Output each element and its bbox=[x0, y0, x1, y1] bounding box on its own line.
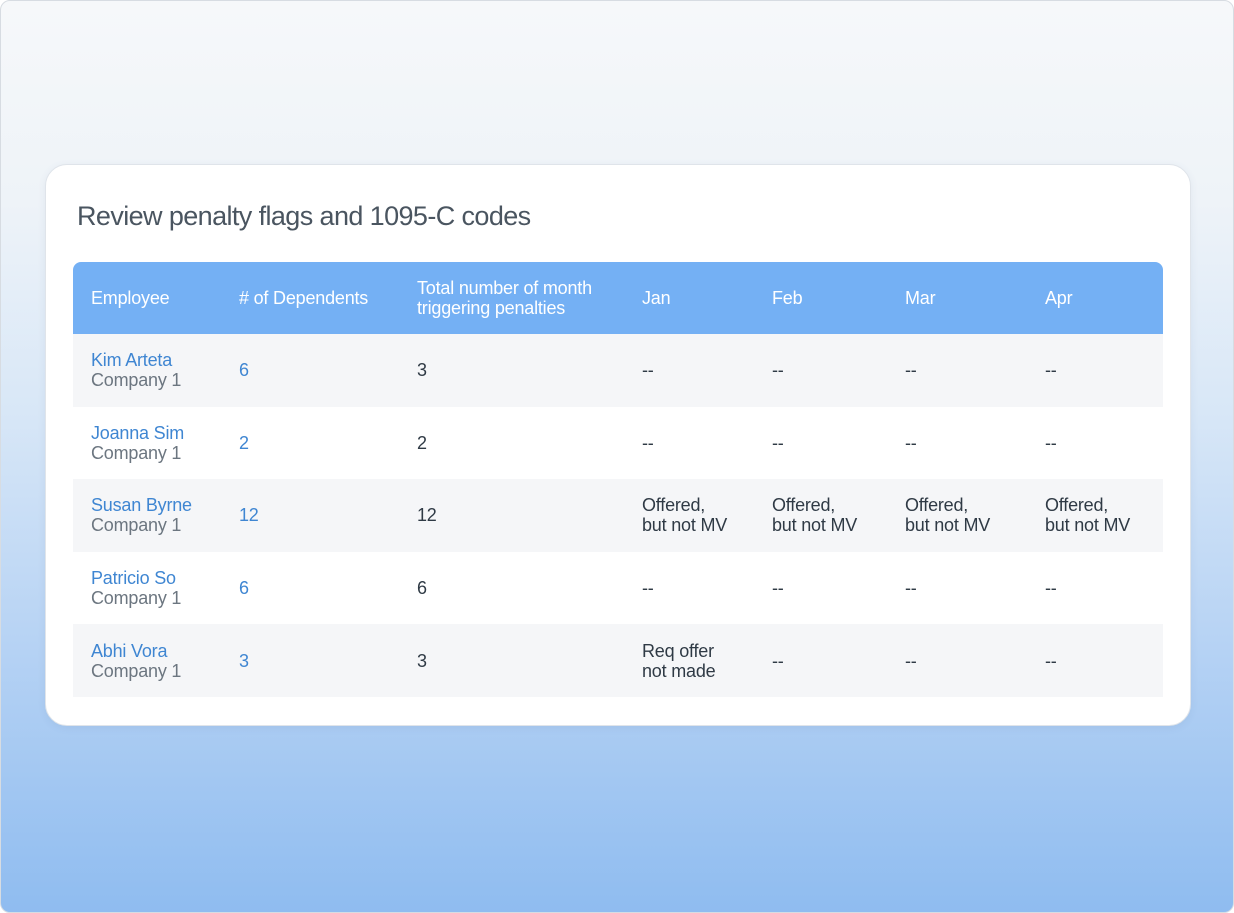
employee-name-link[interactable]: Patricio So bbox=[91, 568, 221, 588]
month-code-text: not made bbox=[642, 660, 716, 681]
total-penalty-months-cell: 3 bbox=[399, 334, 624, 407]
column-header-jan[interactable]: Jan bbox=[624, 262, 754, 334]
employee-company: Company 1 bbox=[91, 588, 182, 609]
total-penalty-months-cell: 3 bbox=[399, 624, 624, 697]
month-code-cell-jan: -- bbox=[624, 334, 754, 407]
header-total-line1: Total number of month bbox=[417, 278, 592, 298]
total-penalty-months-cell: 12 bbox=[399, 479, 624, 552]
dependents-cell: 3 bbox=[221, 624, 399, 697]
month-code-text: Offered, bbox=[1045, 495, 1109, 516]
dependents-cell: 2 bbox=[221, 406, 399, 480]
month-code-text: but not MV bbox=[1045, 515, 1131, 536]
month-code-text: -- bbox=[642, 432, 654, 453]
month-code-cell-apr: -- bbox=[1027, 406, 1163, 480]
month-code-text: but not MV bbox=[772, 515, 858, 536]
employee-name-link[interactable]: Susan Byrne bbox=[91, 495, 221, 515]
dependents-count-link[interactable]: 12 bbox=[239, 505, 259, 525]
table-header-row: Employee # of Dependents Total number of… bbox=[73, 262, 1163, 334]
table-row: Patricio So Company 1 6 6 -- -- -- -- bbox=[73, 551, 1163, 625]
month-code-text: Offered, bbox=[772, 495, 836, 516]
month-code-text: Req offer bbox=[642, 640, 714, 661]
employee-company: Company 1 bbox=[91, 370, 182, 391]
table-row: Abhi Vora Company 1 3 3 Req offer not made -- -… bbox=[73, 624, 1163, 697]
dependents-count-link[interactable]: 2 bbox=[239, 433, 249, 453]
month-code-cell-apr: -- bbox=[1027, 551, 1163, 625]
month-code-text: -- bbox=[1045, 432, 1057, 453]
month-code-text: Offered, bbox=[642, 495, 706, 516]
column-header-total-months[interactable]: Total number of month triggering penalti… bbox=[399, 262, 624, 334]
month-code-cell-feb: -- bbox=[754, 624, 887, 697]
table-row: Kim Arteta Company 1 6 3 -- -- -- -- bbox=[73, 334, 1163, 407]
month-code-cell-feb: -- bbox=[754, 334, 887, 407]
dependents-cell: 6 bbox=[221, 334, 399, 407]
month-code-cell-feb: Offered, but not MV bbox=[754, 479, 887, 552]
month-code-text: -- bbox=[1045, 360, 1057, 381]
employee-cell: Joanna Sim Company 1 bbox=[73, 406, 221, 480]
month-code-cell-apr: Offered, but not MV bbox=[1027, 479, 1163, 552]
column-header-dependents[interactable]: # of Dependents bbox=[221, 262, 399, 334]
month-code-text: -- bbox=[772, 360, 784, 381]
employee-cell: Patricio So Company 1 bbox=[73, 551, 221, 625]
month-code-text: -- bbox=[1045, 578, 1057, 599]
dependents-cell: 12 bbox=[221, 479, 399, 552]
penalty-table: Employee # of Dependents Total number of… bbox=[73, 262, 1163, 697]
month-code-cell-mar: -- bbox=[887, 624, 1027, 697]
column-header-apr[interactable]: Apr bbox=[1027, 262, 1163, 334]
month-code-cell-mar: -- bbox=[887, 406, 1027, 480]
month-code-cell-feb: -- bbox=[754, 406, 887, 480]
month-code-text: -- bbox=[772, 432, 784, 453]
month-code-text: but not MV bbox=[642, 515, 728, 536]
month-code-cell-feb: -- bbox=[754, 551, 887, 625]
month-code-cell-jan: Req offer not made bbox=[624, 624, 754, 697]
month-code-cell-jan: -- bbox=[624, 551, 754, 625]
month-code-cell-jan: -- bbox=[624, 406, 754, 480]
column-header-employee[interactable]: Employee bbox=[73, 262, 221, 334]
employee-name-link[interactable]: Abhi Vora bbox=[91, 641, 221, 661]
table-row: Susan Byrne Company 1 12 12 Offered, but not … bbox=[73, 479, 1163, 552]
employee-company: Company 1 bbox=[91, 442, 182, 463]
total-penalty-months-cell: 6 bbox=[399, 551, 624, 625]
month-code-text: -- bbox=[772, 650, 784, 671]
employee-cell: Abhi Vora Company 1 bbox=[73, 624, 221, 697]
employee-cell: Kim Arteta Company 1 bbox=[73, 334, 221, 407]
table-row: Joanna Sim Company 1 2 2 -- -- -- -- bbox=[73, 406, 1163, 480]
month-code-text: -- bbox=[642, 360, 654, 381]
month-code-text: Offered, bbox=[905, 495, 969, 516]
background-frame: Review penalty flags and 1095-C codes Em… bbox=[0, 0, 1234, 913]
dependents-count-link[interactable]: 6 bbox=[239, 360, 249, 380]
month-code-text: -- bbox=[905, 432, 917, 453]
column-header-feb[interactable]: Feb bbox=[754, 262, 887, 334]
month-code-cell-mar: -- bbox=[887, 551, 1027, 625]
dependents-count-link[interactable]: 6 bbox=[239, 578, 249, 598]
month-code-cell-jan: Offered, but not MV bbox=[624, 479, 754, 552]
total-penalty-months-cell: 2 bbox=[399, 406, 624, 480]
month-code-cell-mar: -- bbox=[887, 334, 1027, 407]
month-code-cell-apr: -- bbox=[1027, 624, 1163, 697]
month-code-text: -- bbox=[1045, 650, 1057, 671]
month-code-text: -- bbox=[905, 650, 917, 671]
employee-cell: Susan Byrne Company 1 bbox=[73, 479, 221, 552]
month-code-text: -- bbox=[772, 578, 784, 599]
employee-name-link[interactable]: Joanna Sim bbox=[91, 423, 221, 443]
month-code-cell-mar: Offered, but not MV bbox=[887, 479, 1027, 552]
card-title: Review penalty flags and 1095-C codes bbox=[77, 201, 531, 231]
column-header-mar[interactable]: Mar bbox=[887, 262, 1027, 334]
table-body: Kim Arteta Company 1 6 3 -- -- -- -- Joanna Sim C… bbox=[73, 334, 1163, 697]
month-code-cell-apr: -- bbox=[1027, 334, 1163, 407]
month-code-text: -- bbox=[905, 360, 917, 381]
employee-name-link[interactable]: Kim Arteta bbox=[91, 350, 221, 370]
month-code-text: -- bbox=[905, 578, 917, 599]
month-code-text: but not MV bbox=[905, 515, 991, 536]
month-code-text: -- bbox=[642, 578, 654, 599]
header-total-line2: triggering penalties bbox=[417, 298, 566, 318]
employee-company: Company 1 bbox=[91, 515, 182, 536]
dependents-count-link[interactable]: 3 bbox=[239, 651, 249, 671]
employee-company: Company 1 bbox=[91, 660, 182, 681]
dependents-cell: 6 bbox=[221, 551, 399, 625]
penalty-review-card: Review penalty flags and 1095-C codes Em… bbox=[45, 164, 1191, 726]
